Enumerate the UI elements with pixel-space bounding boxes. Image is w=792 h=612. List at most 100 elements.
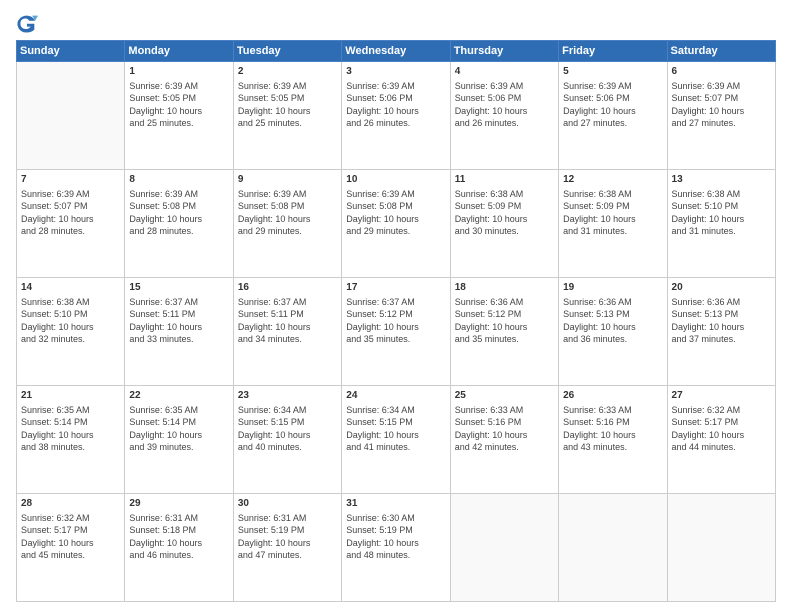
day-number: 7 [21, 173, 120, 187]
calendar-cell: 10Sunrise: 6:39 AM Sunset: 5:08 PM Dayli… [342, 170, 450, 278]
calendar-cell: 5Sunrise: 6:39 AM Sunset: 5:06 PM Daylig… [559, 62, 667, 170]
day-number: 8 [129, 173, 228, 187]
day-number: 22 [129, 389, 228, 403]
day-number: 14 [21, 281, 120, 295]
cell-content: Sunrise: 6:39 AM Sunset: 5:07 PM Dayligh… [672, 80, 771, 130]
logo-icon [16, 12, 38, 34]
day-number: 29 [129, 497, 228, 511]
calendar-cell: 23Sunrise: 6:34 AM Sunset: 5:15 PM Dayli… [233, 386, 341, 494]
calendar-cell: 7Sunrise: 6:39 AM Sunset: 5:07 PM Daylig… [17, 170, 125, 278]
calendar-cell [450, 494, 558, 602]
day-number: 30 [238, 497, 337, 511]
cell-content: Sunrise: 6:37 AM Sunset: 5:11 PM Dayligh… [129, 296, 228, 346]
cell-content: Sunrise: 6:39 AM Sunset: 5:06 PM Dayligh… [563, 80, 662, 130]
calendar-cell: 24Sunrise: 6:34 AM Sunset: 5:15 PM Dayli… [342, 386, 450, 494]
day-header-friday: Friday [559, 41, 667, 62]
calendar-cell: 14Sunrise: 6:38 AM Sunset: 5:10 PM Dayli… [17, 278, 125, 386]
cell-content: Sunrise: 6:38 AM Sunset: 5:09 PM Dayligh… [455, 188, 554, 238]
calendar-cell: 26Sunrise: 6:33 AM Sunset: 5:16 PM Dayli… [559, 386, 667, 494]
cell-content: Sunrise: 6:39 AM Sunset: 5:05 PM Dayligh… [238, 80, 337, 130]
day-header-thursday: Thursday [450, 41, 558, 62]
cell-content: Sunrise: 6:33 AM Sunset: 5:16 PM Dayligh… [455, 404, 554, 454]
day-number: 2 [238, 65, 337, 79]
calendar-cell [17, 62, 125, 170]
cell-content: Sunrise: 6:36 AM Sunset: 5:13 PM Dayligh… [672, 296, 771, 346]
calendar-cell: 3Sunrise: 6:39 AM Sunset: 5:06 PM Daylig… [342, 62, 450, 170]
day-header-sunday: Sunday [17, 41, 125, 62]
day-number: 24 [346, 389, 445, 403]
day-number: 28 [21, 497, 120, 511]
day-number: 20 [672, 281, 771, 295]
cell-content: Sunrise: 6:38 AM Sunset: 5:10 PM Dayligh… [21, 296, 120, 346]
day-number: 1 [129, 65, 228, 79]
calendar-cell: 17Sunrise: 6:37 AM Sunset: 5:12 PM Dayli… [342, 278, 450, 386]
week-row-4: 28Sunrise: 6:32 AM Sunset: 5:17 PM Dayli… [17, 494, 776, 602]
cell-content: Sunrise: 6:36 AM Sunset: 5:12 PM Dayligh… [455, 296, 554, 346]
calendar-cell: 21Sunrise: 6:35 AM Sunset: 5:14 PM Dayli… [17, 386, 125, 494]
cell-content: Sunrise: 6:31 AM Sunset: 5:18 PM Dayligh… [129, 512, 228, 562]
week-row-1: 7Sunrise: 6:39 AM Sunset: 5:07 PM Daylig… [17, 170, 776, 278]
day-number: 27 [672, 389, 771, 403]
day-number: 11 [455, 173, 554, 187]
cell-content: Sunrise: 6:39 AM Sunset: 5:06 PM Dayligh… [346, 80, 445, 130]
day-header-monday: Monday [125, 41, 233, 62]
day-number: 26 [563, 389, 662, 403]
day-number: 13 [672, 173, 771, 187]
day-number: 5 [563, 65, 662, 79]
cell-content: Sunrise: 6:39 AM Sunset: 5:08 PM Dayligh… [346, 188, 445, 238]
day-header-tuesday: Tuesday [233, 41, 341, 62]
calendar-cell: 18Sunrise: 6:36 AM Sunset: 5:12 PM Dayli… [450, 278, 558, 386]
logo [16, 12, 42, 34]
calendar-cell: 11Sunrise: 6:38 AM Sunset: 5:09 PM Dayli… [450, 170, 558, 278]
day-number: 6 [672, 65, 771, 79]
header [16, 12, 776, 34]
calendar-cell: 20Sunrise: 6:36 AM Sunset: 5:13 PM Dayli… [667, 278, 775, 386]
week-row-3: 21Sunrise: 6:35 AM Sunset: 5:14 PM Dayli… [17, 386, 776, 494]
day-number: 12 [563, 173, 662, 187]
calendar-cell [667, 494, 775, 602]
calendar-cell: 13Sunrise: 6:38 AM Sunset: 5:10 PM Dayli… [667, 170, 775, 278]
cell-content: Sunrise: 6:35 AM Sunset: 5:14 PM Dayligh… [21, 404, 120, 454]
day-header-saturday: Saturday [667, 41, 775, 62]
cell-content: Sunrise: 6:32 AM Sunset: 5:17 PM Dayligh… [21, 512, 120, 562]
calendar-cell [559, 494, 667, 602]
page: SundayMondayTuesdayWednesdayThursdayFrid… [0, 0, 792, 612]
day-number: 4 [455, 65, 554, 79]
calendar-cell: 19Sunrise: 6:36 AM Sunset: 5:13 PM Dayli… [559, 278, 667, 386]
calendar-cell: 12Sunrise: 6:38 AM Sunset: 5:09 PM Dayli… [559, 170, 667, 278]
calendar-cell: 29Sunrise: 6:31 AM Sunset: 5:18 PM Dayli… [125, 494, 233, 602]
calendar-cell: 15Sunrise: 6:37 AM Sunset: 5:11 PM Dayli… [125, 278, 233, 386]
calendar-cell: 30Sunrise: 6:31 AM Sunset: 5:19 PM Dayli… [233, 494, 341, 602]
cell-content: Sunrise: 6:39 AM Sunset: 5:07 PM Dayligh… [21, 188, 120, 238]
day-number: 31 [346, 497, 445, 511]
calendar-cell: 16Sunrise: 6:37 AM Sunset: 5:11 PM Dayli… [233, 278, 341, 386]
day-number: 16 [238, 281, 337, 295]
calendar-cell: 2Sunrise: 6:39 AM Sunset: 5:05 PM Daylig… [233, 62, 341, 170]
day-number: 17 [346, 281, 445, 295]
calendar-cell: 28Sunrise: 6:32 AM Sunset: 5:17 PM Dayli… [17, 494, 125, 602]
cell-content: Sunrise: 6:36 AM Sunset: 5:13 PM Dayligh… [563, 296, 662, 346]
cell-content: Sunrise: 6:30 AM Sunset: 5:19 PM Dayligh… [346, 512, 445, 562]
day-number: 15 [129, 281, 228, 295]
day-number: 25 [455, 389, 554, 403]
cell-content: Sunrise: 6:39 AM Sunset: 5:08 PM Dayligh… [129, 188, 228, 238]
cell-content: Sunrise: 6:33 AM Sunset: 5:16 PM Dayligh… [563, 404, 662, 454]
cell-content: Sunrise: 6:34 AM Sunset: 5:15 PM Dayligh… [346, 404, 445, 454]
calendar-cell: 25Sunrise: 6:33 AM Sunset: 5:16 PM Dayli… [450, 386, 558, 494]
calendar-cell: 31Sunrise: 6:30 AM Sunset: 5:19 PM Dayli… [342, 494, 450, 602]
cell-content: Sunrise: 6:37 AM Sunset: 5:11 PM Dayligh… [238, 296, 337, 346]
calendar-cell: 22Sunrise: 6:35 AM Sunset: 5:14 PM Dayli… [125, 386, 233, 494]
cell-content: Sunrise: 6:39 AM Sunset: 5:05 PM Dayligh… [129, 80, 228, 130]
week-row-2: 14Sunrise: 6:38 AM Sunset: 5:10 PM Dayli… [17, 278, 776, 386]
week-row-0: 1Sunrise: 6:39 AM Sunset: 5:05 PM Daylig… [17, 62, 776, 170]
cell-content: Sunrise: 6:35 AM Sunset: 5:14 PM Dayligh… [129, 404, 228, 454]
day-number: 9 [238, 173, 337, 187]
calendar-cell: 27Sunrise: 6:32 AM Sunset: 5:17 PM Dayli… [667, 386, 775, 494]
cell-content: Sunrise: 6:31 AM Sunset: 5:19 PM Dayligh… [238, 512, 337, 562]
calendar-cell: 1Sunrise: 6:39 AM Sunset: 5:05 PM Daylig… [125, 62, 233, 170]
calendar-cell: 4Sunrise: 6:39 AM Sunset: 5:06 PM Daylig… [450, 62, 558, 170]
day-number: 18 [455, 281, 554, 295]
cell-content: Sunrise: 6:37 AM Sunset: 5:12 PM Dayligh… [346, 296, 445, 346]
cell-content: Sunrise: 6:34 AM Sunset: 5:15 PM Dayligh… [238, 404, 337, 454]
day-number: 21 [21, 389, 120, 403]
